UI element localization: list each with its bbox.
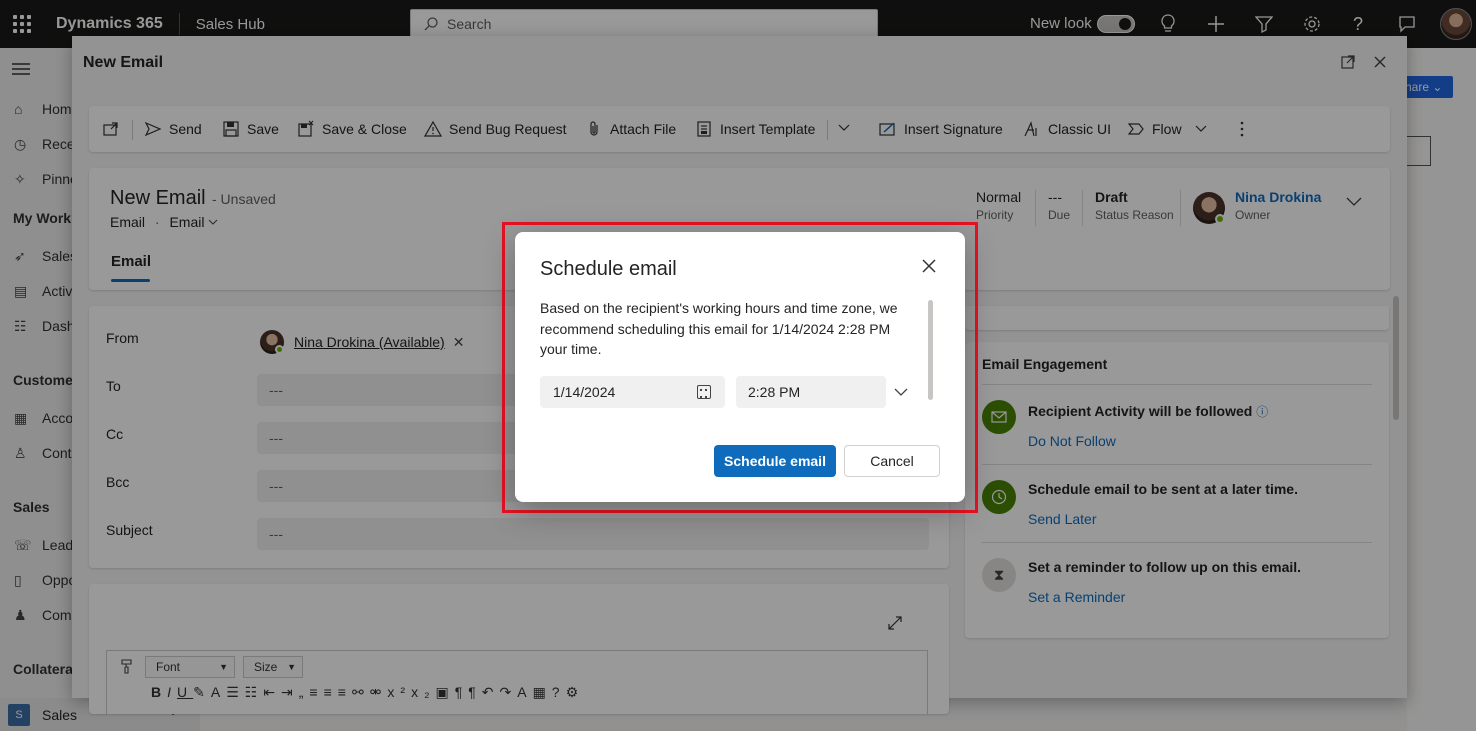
schedule-date-input[interactable]: 1/14/2024 (540, 376, 725, 408)
calendar-icon[interactable] (697, 385, 711, 399)
cancel-button[interactable]: Cancel (844, 445, 940, 477)
time-dropdown-chevron-icon[interactable] (893, 384, 909, 400)
dialog-message: Based on the recipient's working hours a… (540, 300, 898, 357)
schedule-email-dialog: Schedule email Based on the recipient's … (515, 232, 965, 502)
schedule-email-button[interactable]: Schedule email (714, 445, 836, 477)
dialog-title: Schedule email (540, 258, 677, 280)
schedule-time-input[interactable]: 2:28 PM (736, 376, 886, 408)
dialog-close-icon[interactable] (917, 254, 941, 278)
dialog-scrollbar[interactable] (928, 300, 933, 400)
